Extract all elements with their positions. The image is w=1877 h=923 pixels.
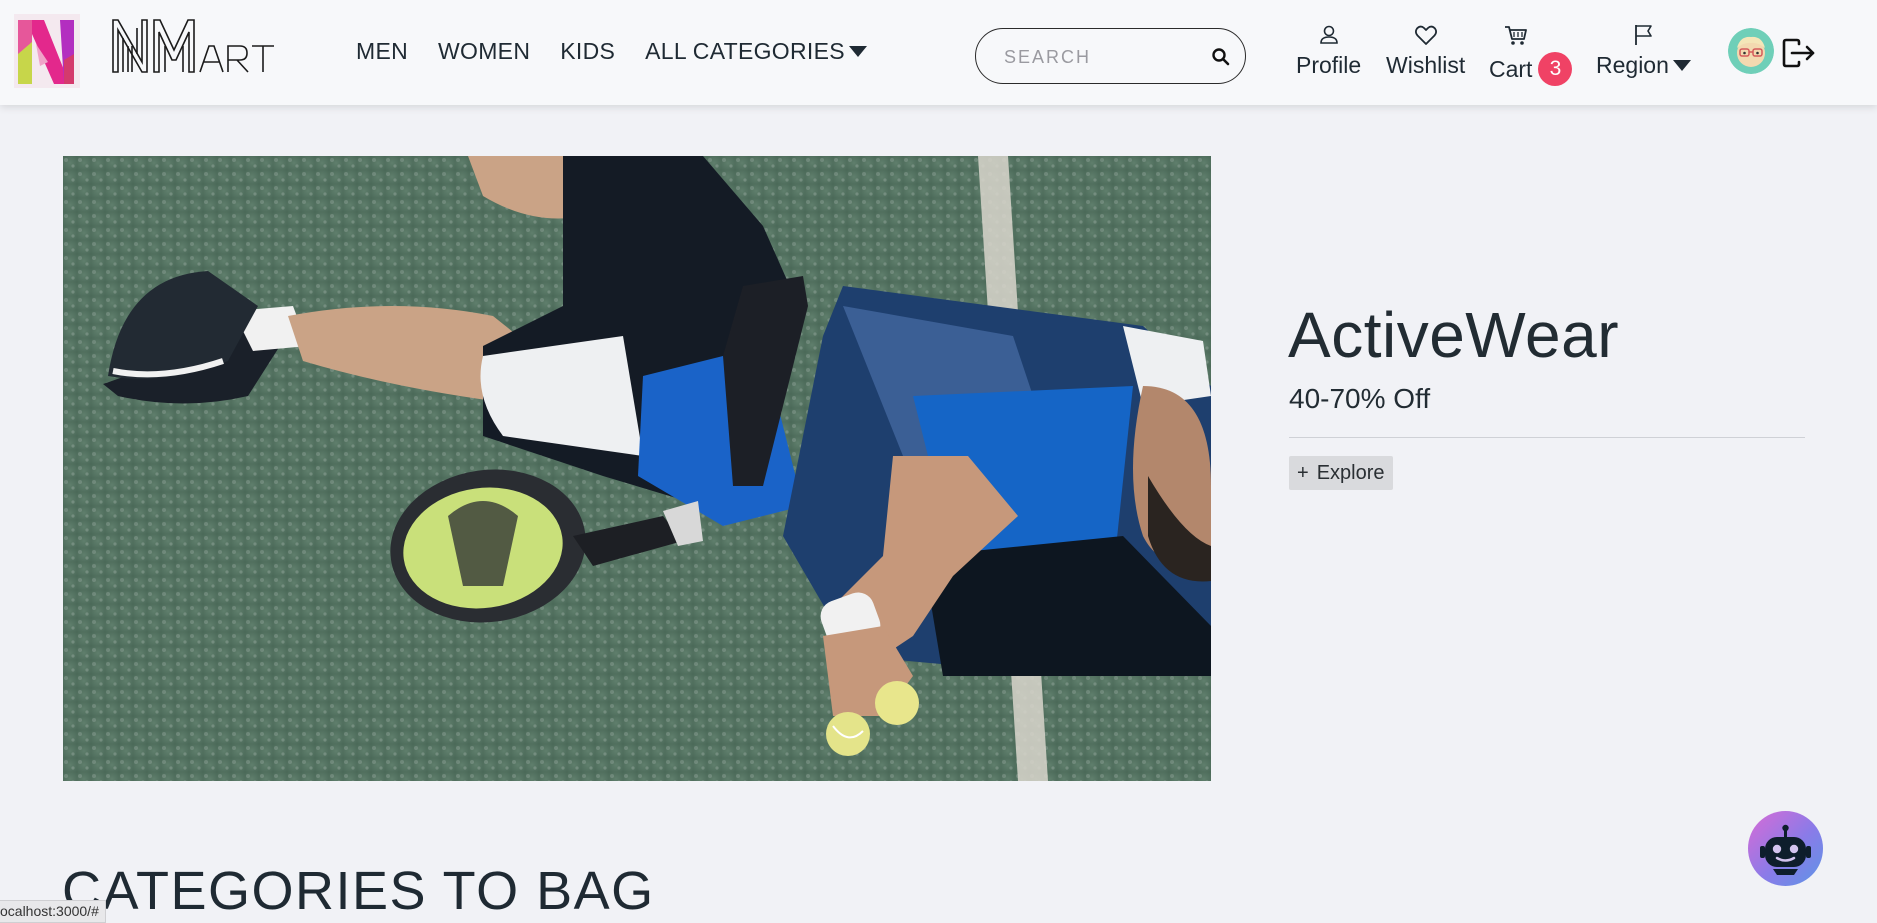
- cart-label-wrap: Cart 3: [1489, 52, 1573, 86]
- nav-item-label: ALL CATEGORIES: [645, 38, 845, 64]
- status-bar-url: ocalhost:3000/#: [0, 900, 106, 923]
- nav-item-label: MEN: [356, 38, 409, 64]
- profile-label: Profile: [1296, 52, 1362, 78]
- cart-label: Cart: [1489, 55, 1533, 82]
- search-bar: [975, 28, 1246, 84]
- nav-item-label: WOMEN: [438, 38, 531, 64]
- caret-down-icon: [1672, 60, 1691, 71]
- categories-section-title: CATEGORIES TO BAG: [62, 861, 655, 921]
- region-label: Region: [1596, 52, 1669, 78]
- caret-down-icon: [848, 46, 867, 57]
- robot-icon: [1760, 824, 1811, 875]
- hero-subtitle: 40-70% Off: [1289, 383, 1431, 414]
- brand-logo-icon[interactable]: [14, 14, 80, 88]
- heart-icon: [1414, 25, 1437, 45]
- plus-icon: +: [1297, 461, 1309, 484]
- profile-link[interactable]: Profile: [1296, 22, 1361, 79]
- region-selector[interactable]: Region: [1596, 22, 1691, 79]
- hero-banner-image[interactable]: [63, 156, 1211, 781]
- main-nav: MEN WOMEN KIDS ALL CATEGORIES: [356, 38, 867, 65]
- hero-title: ActiveWear: [1288, 299, 1620, 371]
- cart-link[interactable]: Cart 3: [1489, 22, 1573, 86]
- search-input[interactable]: [1004, 43, 1194, 71]
- cart-count-badge: 3: [1538, 52, 1573, 86]
- top-header: MEN WOMEN KIDS ALL CATEGORIES Profile Wi…: [0, 0, 1877, 105]
- hero-divider: [1289, 437, 1805, 438]
- nav-item-kids[interactable]: KIDS: [560, 38, 615, 65]
- cart-icon: [1504, 26, 1527, 45]
- explore-label: Explore: [1316, 461, 1385, 484]
- flag-icon: [1635, 25, 1653, 45]
- nav-item-women[interactable]: WOMEN: [438, 38, 530, 65]
- logout-icon[interactable]: [1782, 38, 1816, 68]
- avatar[interactable]: [1728, 28, 1774, 74]
- brand-wordmark[interactable]: [110, 16, 285, 76]
- region-label-wrap: Region: [1596, 52, 1691, 79]
- user-icon: [1319, 25, 1338, 44]
- explore-button[interactable]: + Explore: [1289, 456, 1393, 490]
- chatbot-button[interactable]: [1748, 811, 1823, 886]
- nav-item-men[interactable]: MEN: [356, 38, 408, 65]
- search-icon[interactable]: [1211, 47, 1231, 67]
- nav-item-label: KIDS: [560, 38, 616, 64]
- wishlist-link[interactable]: Wishlist: [1386, 22, 1465, 79]
- wishlist-label: Wishlist: [1386, 52, 1466, 78]
- nav-item-all-categories[interactable]: ALL CATEGORIES: [645, 38, 867, 65]
